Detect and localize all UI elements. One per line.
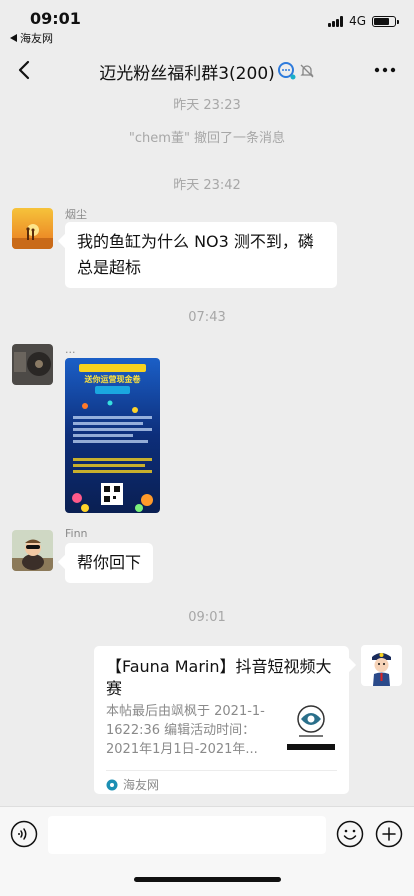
recall-notice: "chem董" 撤回了一条消息 [128,131,286,146]
link-description: 本帖最后由飒枫于 2021-1-1622:36 编辑活动时间：2021年1月1日… [106,704,265,757]
link-card-message[interactable]: 【Fauna Marin】抖音短视频大赛 本帖最后由飒枫于 2021-1-162… [94,646,349,794]
child-avatar-icon [12,530,53,571]
link-source: 海友网 [106,776,159,793]
back-arrow-icon [10,34,17,42]
link-source-label: 海友网 [123,778,160,792]
avatar[interactable] [12,344,53,385]
plus-circle-icon [375,820,403,848]
avatar[interactable] [12,208,53,249]
link-thumbnail [285,698,337,750]
home-indicator [134,877,281,882]
input-bar [0,806,414,896]
emoji-icon [336,820,364,848]
sender-name: Finn [65,527,88,540]
chat-bubble-icon [277,62,296,80]
message-timestamp: 昨天 23:23 [173,98,241,113]
more-actions-button[interactable] [375,820,403,848]
chat-title: 迈光粉丝福利群3(200) [99,59,315,84]
chat-title-text: 迈光粉丝福利群3(200) [99,63,275,84]
message-bubble[interactable]: 我的鱼缸为什么 NO3 测不到，磷总是超标 [65,222,337,288]
sender-name: ... [65,343,76,356]
dark-photo-avatar-icon [12,344,53,385]
message-timestamp: 07:43 [188,310,226,325]
more-dots-icon [374,67,396,73]
my-avatar[interactable] [361,645,402,686]
cartoon-police-avatar-icon [361,645,402,686]
emoji-button[interactable] [336,820,364,848]
more-button[interactable] [372,58,398,82]
signal-icon [328,15,344,27]
message-bubble[interactable]: 帮你回下 [65,543,154,583]
status-back-app-label: 海友网 [20,32,53,45]
image-message[interactable]: 送你运营现金卷 [65,358,160,513]
poster-title: 送你运营现金卷 [84,374,142,384]
chat-header: 迈光粉丝福利群3(200) [0,48,414,94]
promo-poster-image: 送你运营现金卷 [65,358,160,513]
status-time: 09:01 [30,9,81,28]
sender-name: 烟尘 [65,208,87,221]
fauna-marin-logo-icon [285,698,337,750]
status-indicators: 4G [328,14,399,28]
chevron-left-icon [18,60,30,80]
battery-icon [372,15,399,27]
site-logo-icon [106,779,118,790]
back-button[interactable] [12,58,36,82]
message-timestamp: 09:01 [188,610,226,625]
message-input[interactable] [48,816,326,854]
link-title: 【Fauna Marin】抖音短视频大赛 [106,657,332,698]
status-back-to-app[interactable]: 海友网 [10,30,53,46]
message-timestamp: 昨天 23:42 [173,178,241,193]
battery-level [374,17,389,25]
sunset-couple-avatar-icon [12,208,53,249]
voice-button[interactable] [10,820,38,848]
avatar[interactable] [12,530,53,571]
link-divider [106,770,337,771]
network-label: 4G [349,14,366,28]
status-bar: 09:01 海友网 4G [0,0,414,48]
voice-icon [10,820,38,848]
mute-bell-icon [300,64,314,78]
